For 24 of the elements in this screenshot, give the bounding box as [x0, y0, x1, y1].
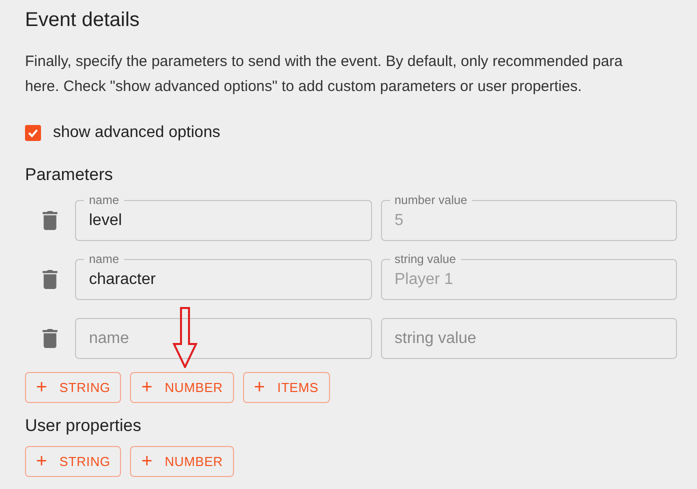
- section-heading: Parameters: [25, 164, 114, 186]
- add-button[interactable]: + NUMBER: [130, 446, 234, 477]
- field-value: character: [89, 270, 156, 290]
- field-placeholder: Player 1: [394, 270, 454, 290]
- arrow-annotation: [172, 307, 198, 368]
- add-button[interactable]: + STRING: [25, 446, 122, 477]
- trash-icon[interactable]: [42, 329, 58, 348]
- checkbox[interactable]: [25, 125, 41, 141]
- add-button[interactable]: + STRING: [25, 372, 122, 403]
- add-button[interactable]: + ITEMS: [242, 372, 330, 403]
- add-button[interactable]: + NUMBER: [130, 372, 234, 403]
- section-heading: User properties: [25, 415, 142, 437]
- field-label: string value: [390, 252, 461, 266]
- checkbox-label: show advanced options: [53, 123, 220, 143]
- section-title: Event details: [25, 8, 141, 33]
- field-placeholder: 5: [394, 210, 404, 230]
- trash-icon[interactable]: [42, 270, 58, 289]
- field-placeholder: string value: [394, 328, 476, 348]
- trash-icon[interactable]: [42, 211, 58, 230]
- check-icon: [27, 127, 39, 139]
- field-label: number value: [390, 193, 472, 207]
- field-placeholder: name: [89, 328, 130, 348]
- field-value: level: [89, 210, 122, 230]
- description-text: Finally, specify the parameters to send with the event. By default, only recommended para here. Check "show advanced options" to add custom parameters or user properties.: [25, 52, 624, 97]
